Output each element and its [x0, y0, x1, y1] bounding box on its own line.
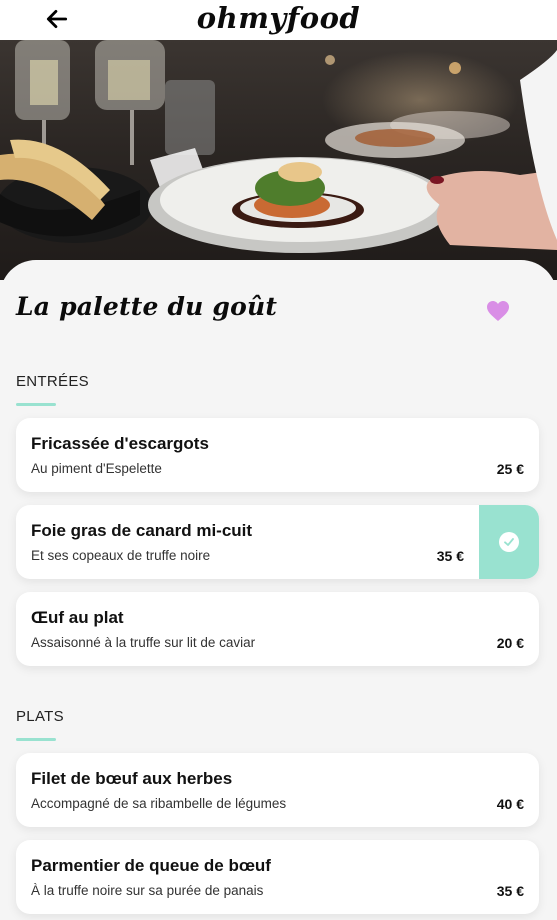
dish-description: Au piment d'Espelette [31, 461, 162, 476]
dish-name: Œuf au plat [31, 608, 124, 627]
restaurant-name: La palette du goût [16, 292, 278, 321]
check-circle [499, 532, 519, 552]
section-underline [16, 738, 56, 741]
section-title-entrees: ENTRÉES [16, 373, 89, 390]
dish-description: Et ses copeaux de truffe noire [31, 548, 211, 563]
dish-name: Foie gras de canard mi-cuit [31, 521, 253, 540]
section-title-plats: PLATS [16, 708, 64, 725]
dish-name: Parmentier de queue de bœuf [31, 856, 271, 875]
heart-icon[interactable] [486, 300, 510, 322]
restaurant-hero-image [0, 40, 557, 280]
dish-card[interactable]: Œuf au plat Assaisonné à la truffe sur l… [16, 592, 539, 666]
dish-price: 35 € [436, 548, 464, 564]
dish-price: 35 € [496, 883, 524, 899]
app-logo[interactable]: ohmyfood [0, 0, 557, 36]
dish-name: Fricassée d'escargots [31, 434, 209, 453]
check-icon [504, 538, 514, 546]
dish-price: 25 € [496, 461, 524, 477]
dish-name: Filet de bœuf aux herbes [31, 769, 233, 788]
dish-description: À la truffe noire sur sa purée de panais [31, 883, 264, 898]
app-header: ohmyfood [0, 0, 557, 40]
dish-card[interactable]: Fricassée d'escargots Au piment d'Espele… [16, 418, 539, 492]
dish-card[interactable]: Parmentier de queue de bœuf À la truffe … [16, 840, 539, 914]
dish-description: Accompagné de sa ribambelle de légumes [31, 796, 287, 811]
dish-price: 40 € [496, 796, 524, 812]
dish-price: 20 € [496, 635, 524, 651]
selected-indicator[interactable] [479, 505, 539, 579]
dish-card[interactable]: Filet de bœuf aux herbes Accompagné de s… [16, 753, 539, 827]
dish-description: Assaisonné à la truffe sur lit de caviar [31, 635, 256, 650]
section-underline [16, 403, 56, 406]
dish-card-selected[interactable]: Foie gras de canard mi-cuit Et ses copea… [16, 505, 539, 579]
